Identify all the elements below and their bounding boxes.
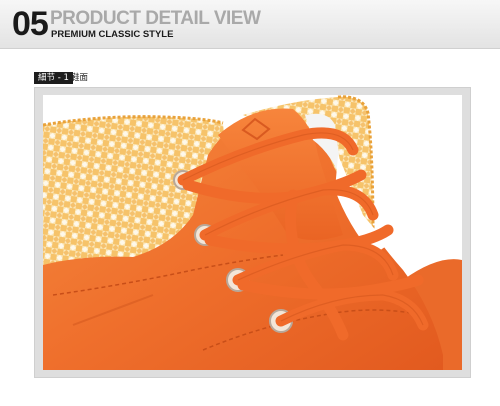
section-subtitle: PREMIUM CLASSIC STYLE [51, 29, 174, 40]
header-band: 05 PRODUCT DETAIL VIEW PREMIUM CLASSIC S… [0, 0, 500, 49]
shoe-photo-icon [43, 95, 462, 370]
detail-label: 鞋面 [71, 73, 89, 83]
section-number: 05 [12, 5, 49, 43]
detail-tag: 細节 - 1 [34, 72, 73, 84]
section-title: PRODUCT DETAIL VIEW [50, 8, 261, 29]
photo-area [43, 95, 462, 370]
photo-frame [34, 87, 471, 378]
